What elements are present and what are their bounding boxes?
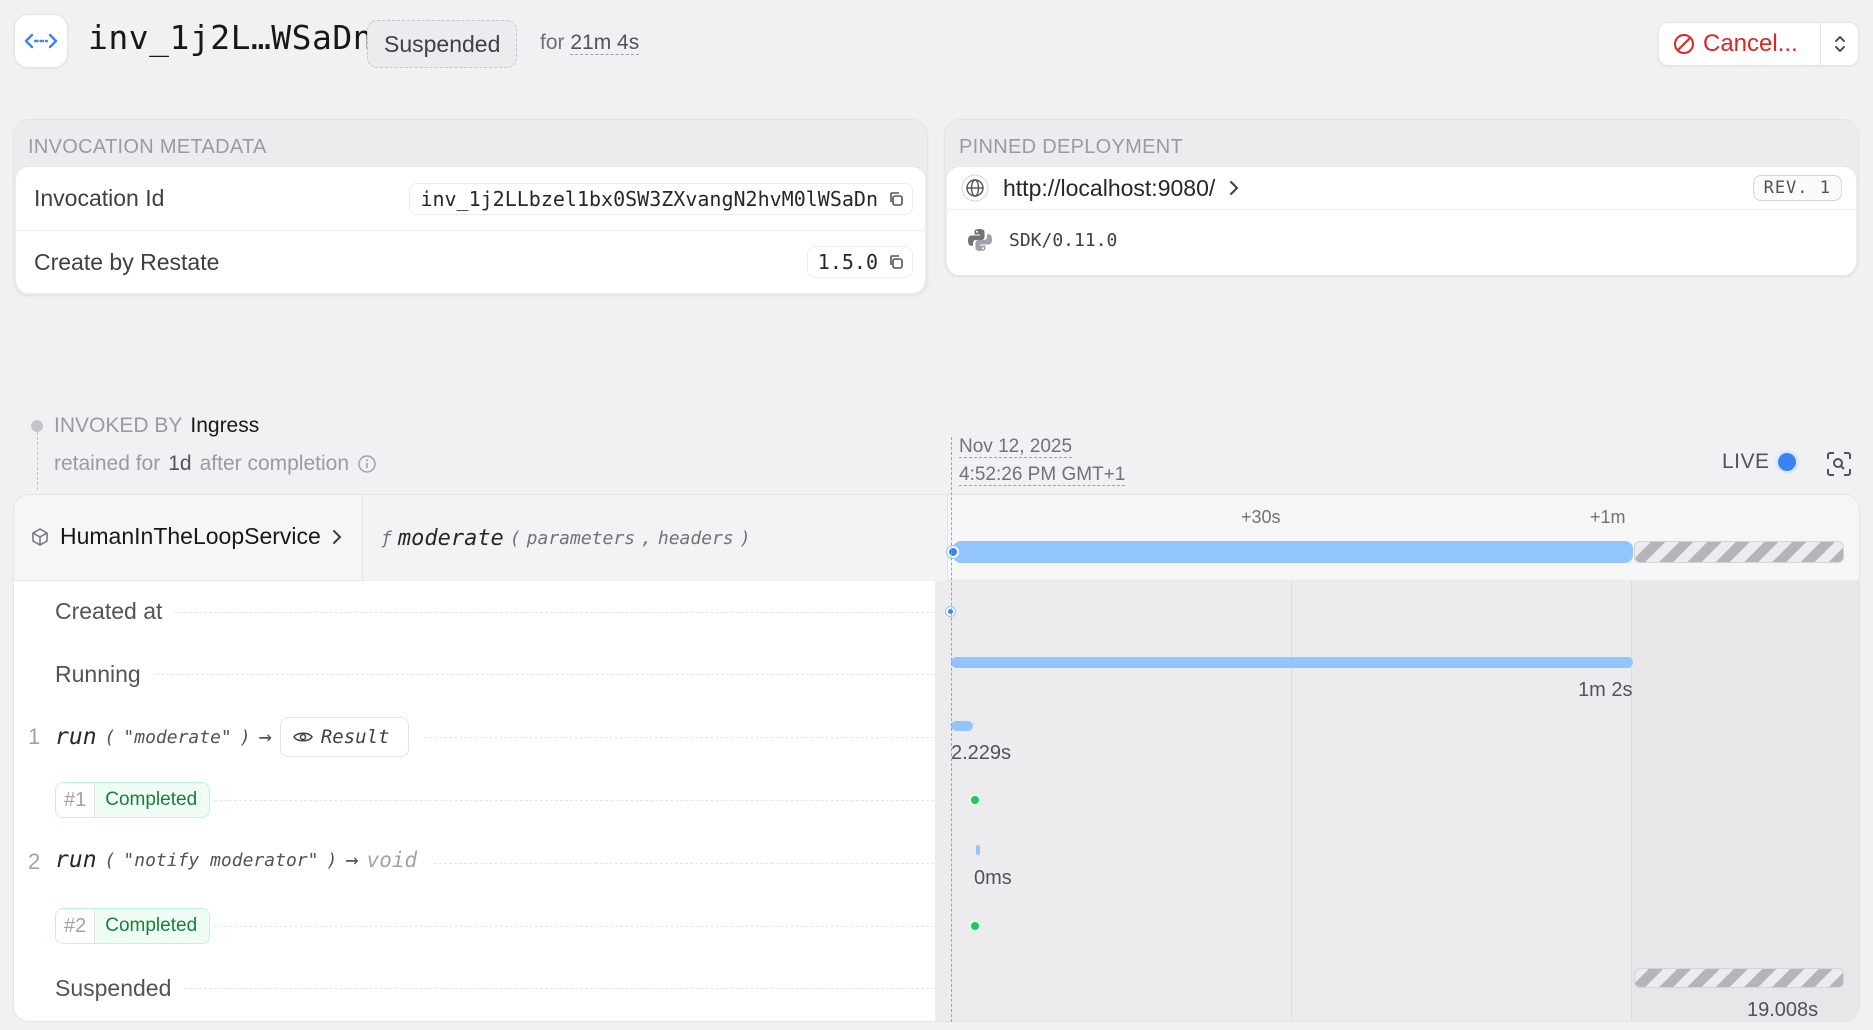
step-2-call: run ( "notify moderator" ) → void	[55, 847, 418, 873]
box-icon	[32, 527, 48, 546]
invoked-by: INVOKED BY Ingress	[54, 414, 260, 437]
step-2-attempt-badge[interactable]: #2 Completed	[55, 908, 211, 944]
result-button[interactable]: Result	[279, 717, 409, 757]
timeline-panel: HumanInTheLoopService ƒ moderate ( param…	[13, 494, 1860, 1022]
function-icon: ƒ	[381, 527, 392, 549]
page-title: inv_1j2L…WSaDn	[88, 18, 374, 57]
arrow-right-icon: →	[345, 847, 359, 873]
step-number: 2	[28, 849, 41, 874]
step-1-complete-marker	[969, 794, 981, 806]
live-toggle[interactable]: LIVE	[1722, 450, 1796, 474]
step-2-complete-marker	[969, 920, 981, 932]
invocation-id-row: Invocation Id inv_1j2LLbzel1bx0SW3ZXvang…	[16, 167, 925, 230]
pending-bar	[1634, 541, 1844, 563]
eye-icon	[292, 732, 313, 742]
deployment-url[interactable]: http://localhost:9080/	[1003, 175, 1215, 202]
start-marker	[947, 546, 959, 558]
invocation-id-value[interactable]: inv_1j2LLbzel1bx0SW3ZXvangN2hvM0lWSaDn	[409, 182, 913, 215]
revision-badge: REV. 1	[1752, 175, 1842, 201]
sdk-row: SDK/0.11.0	[947, 210, 1856, 270]
restate-version-value[interactable]: 1.5.0	[806, 246, 913, 278]
chevron-right-icon	[1230, 181, 1239, 195]
deployment-url-row[interactable]: http://localhost:9080/ REV. 1	[947, 167, 1856, 210]
invoker-name: Ingress	[190, 414, 260, 437]
step-2-duration: 0ms	[974, 867, 1012, 889]
invocation-bar[interactable]	[953, 541, 1633, 563]
invocation-metadata-card: INVOCATION METADATA Invocation Id inv_1j…	[13, 119, 928, 296]
service-link[interactable]: HumanInTheLoopService	[30, 523, 343, 550]
suspended-bar[interactable]	[1634, 968, 1844, 988]
pinned-deployment-card: PINNED DEPLOYMENT http://localhost:9080/…	[944, 119, 1859, 277]
chevron-up-down-icon	[1834, 36, 1845, 52]
row-label: Invocation Id	[34, 185, 165, 211]
more-actions-button[interactable]	[1820, 23, 1858, 65]
live-indicator	[1777, 453, 1796, 471]
python-icon	[968, 229, 992, 251]
cancel-label: Cancel...	[1703, 30, 1798, 57]
step-1-call: run ( "moderate" ) → Result	[55, 717, 409, 757]
row-label: Create by Restate	[34, 248, 220, 275]
suspended-duration: for 21m 4s	[540, 31, 640, 55]
handler-signature: ƒ moderate ( parameters , headers )	[362, 495, 948, 581]
param: parameters	[526, 527, 636, 549]
timeline-header: HumanInTheLoopService ƒ moderate ( param…	[14, 495, 1859, 581]
cancel-button[interactable]: Cancel...	[1659, 23, 1820, 65]
step-fn: run	[55, 847, 97, 873]
globe-icon	[961, 174, 989, 202]
live-label: LIVE	[1722, 450, 1770, 473]
step-1-attempt-badge[interactable]: #1 Completed	[55, 782, 211, 818]
card-title: PINNED DEPLOYMENT	[959, 136, 1184, 158]
running-label: Running	[55, 661, 141, 687]
step-arg: "moderate"	[123, 726, 232, 748]
connector-line	[37, 422, 38, 490]
param: headers	[657, 527, 734, 549]
handler-name: moderate	[397, 525, 504, 551]
step-result-type: void	[366, 848, 418, 872]
step-arg: "notify moderator"	[123, 849, 319, 871]
arrows-icon	[24, 33, 58, 49]
tick-label-1m: +1m	[1590, 507, 1626, 527]
running-duration: 1m 2s	[1578, 679, 1633, 701]
suspended-duration: 19.008s	[1747, 999, 1819, 1021]
cancel-action-group: Cancel...	[1658, 22, 1859, 66]
timeline-active-zone	[935, 581, 1631, 1021]
running-bar[interactable]	[951, 657, 1633, 668]
tick-label-30s: +30s	[1241, 507, 1281, 527]
arrow-right-icon: →	[258, 724, 272, 750]
status-badge: Suspended	[367, 20, 518, 68]
suspended-label: Suspended	[55, 975, 172, 1001]
service-name: HumanInTheLoopService	[60, 523, 321, 549]
copy-icon[interactable]	[888, 254, 904, 270]
copy-icon[interactable]	[888, 191, 904, 207]
zoom-fit-icon[interactable]	[1825, 450, 1853, 478]
timeline-future-zone	[1631, 581, 1859, 1021]
deployment-body: http://localhost:9080/ REV. 1 SDK/0.11.0	[946, 166, 1857, 276]
step-1-bar[interactable]	[951, 721, 973, 731]
sdk-version: SDK/0.11.0	[1009, 229, 1118, 251]
cancel-icon	[1674, 34, 1694, 54]
timeline-start-date: Nov 12, 2025 4:52:26 PM GMT+1	[959, 436, 1126, 486]
created-at-label: Created at	[55, 598, 163, 624]
step-2-bar[interactable]	[976, 845, 980, 855]
retention-info: retained for 1d after completion	[54, 452, 377, 476]
step-number: 1	[28, 724, 41, 749]
card-title: INVOCATION METADATA	[28, 136, 267, 158]
metadata-body: Invocation Id inv_1j2LLbzel1bx0SW3ZXvang…	[15, 166, 926, 294]
restate-version-row: Create by Restate 1.5.0	[16, 230, 925, 293]
timeline-start-line	[951, 437, 952, 1022]
duration-value[interactable]: 21m 4s	[570, 31, 640, 55]
invocation-icon	[14, 14, 68, 68]
step-fn: run	[55, 724, 97, 750]
step-1-duration: 2.229s	[951, 742, 1012, 764]
chevron-right-icon	[332, 529, 342, 544]
info-icon[interactable]	[357, 454, 377, 474]
